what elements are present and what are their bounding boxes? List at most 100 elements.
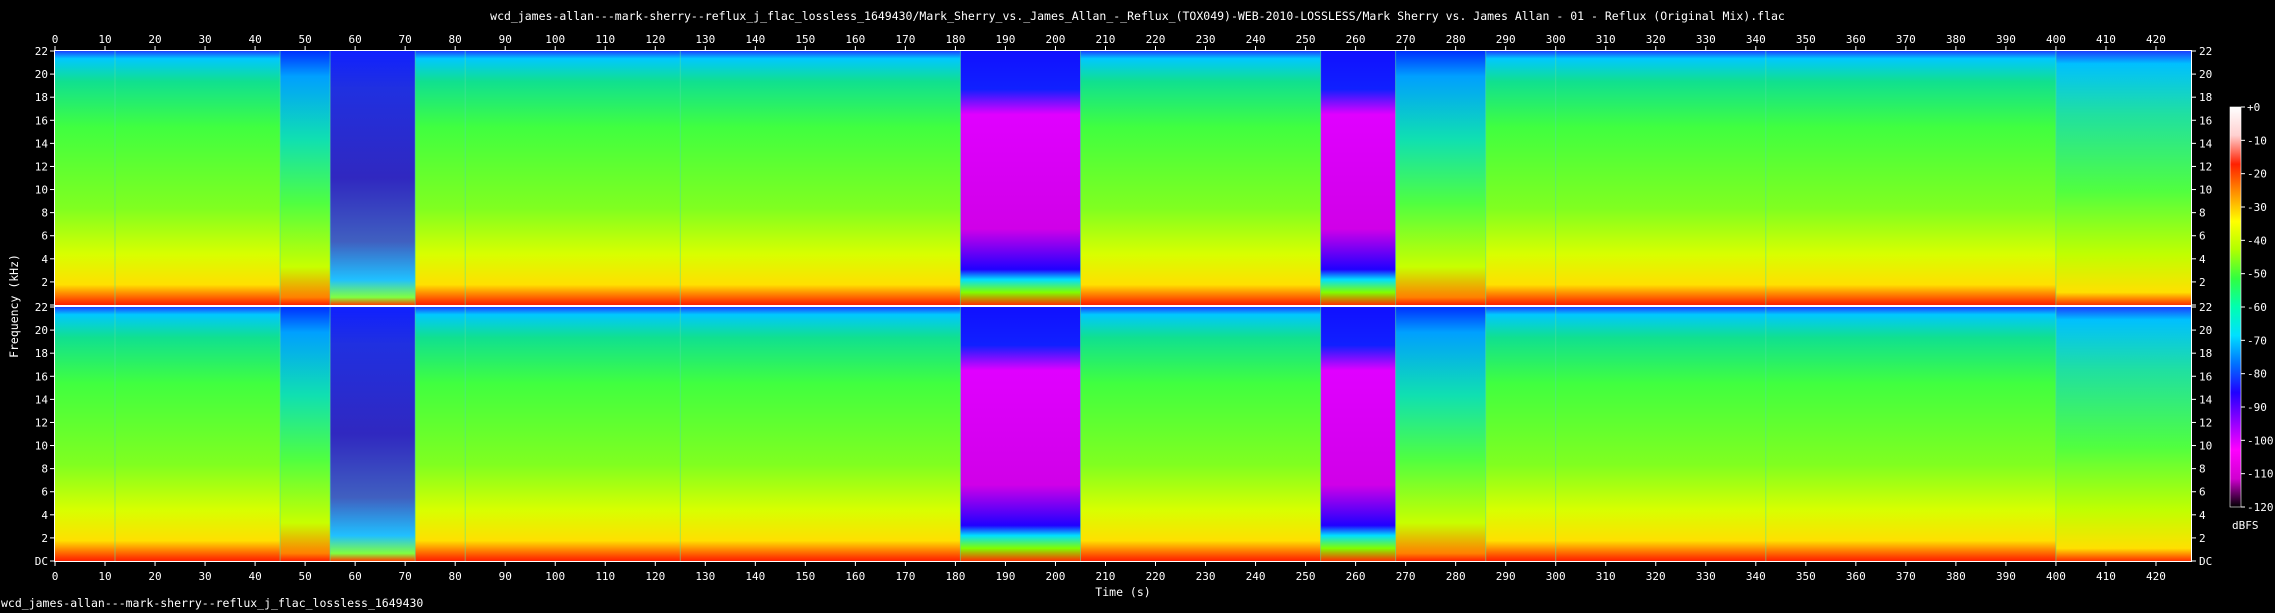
x-tick-label-top-260: 260	[1346, 33, 1366, 46]
x-tick-label-bottom-400: 400	[2046, 570, 2066, 583]
y-tick-label-left-ch2-16: 16	[35, 370, 48, 383]
x-tick-label-bottom-240: 240	[1246, 570, 1266, 583]
colorbar-tick-label-11: -110	[2247, 468, 2274, 481]
x-tick-label-top-390: 390	[1996, 33, 2016, 46]
spectrogram-segment-ch1-9	[1320, 51, 1397, 305]
x-tick-label-top-180: 180	[945, 33, 965, 46]
spectrogram-segment-ch1-2	[280, 51, 331, 305]
y-tick-label-right-ch2-0: DC	[2199, 555, 2212, 568]
x-tick-label-bottom-300: 300	[1546, 570, 1566, 583]
colorbar-tick-label-7: -70	[2247, 334, 2267, 347]
x-tick-label-bottom-110: 110	[595, 570, 615, 583]
colorbar-gradient	[2229, 106, 2242, 508]
colorbar-tick-label-4: -40	[2247, 234, 2267, 247]
y-tick-label-left-ch1-22: 22	[35, 45, 48, 58]
x-tick-label-top-290: 290	[1496, 33, 1516, 46]
spectrogram-segment-ch2-1	[115, 307, 281, 561]
x-tick-label-bottom-360: 360	[1846, 570, 1866, 583]
x-tick-label-top-340: 340	[1746, 33, 1766, 46]
x-tick-label-top-240: 240	[1246, 33, 1266, 46]
y-tick-label-left-ch2-6: 6	[41, 486, 48, 499]
x-tick-label-bottom-100: 100	[545, 570, 565, 583]
x-tick-label-bottom-190: 190	[996, 570, 1016, 583]
x-tick-label-top-10: 10	[98, 33, 111, 46]
spectrogram-segment-ch1-4	[415, 51, 466, 305]
spectrogram-chart: 0 0 10 10 20 20 30 30 40 40 50 50 60 60 70 70 80 80 90 90 10…	[7, 33, 2274, 599]
x-tick-label-top-130: 130	[695, 33, 715, 46]
y-tick-label-right-ch1-18: 18	[2199, 91, 2212, 104]
spectrogram-segment-ch1-8	[1080, 51, 1322, 305]
y-tick-label-right-ch2-18: 18	[2199, 347, 2212, 360]
x-tick-label-bottom-310: 310	[1596, 570, 1616, 583]
y-tick-label-right-ch2-22: 22	[2199, 301, 2212, 314]
x-tick-label-bottom-170: 170	[895, 570, 915, 583]
spectrogram-segment-ch2-14	[2055, 307, 2192, 561]
x-tick-label-bottom-10: 10	[98, 570, 111, 583]
y-tick-label-right-ch2-4: 4	[2199, 509, 2206, 522]
x-tick-label-bottom-80: 80	[449, 570, 462, 583]
x-tick-label-top-280: 280	[1446, 33, 1466, 46]
y-tick-label-right-ch2-8: 8	[2199, 463, 2206, 476]
spectrogram-segment-ch2-9	[1320, 307, 1397, 561]
x-tick-label-top-60: 60	[349, 33, 362, 46]
colorbar-tick-label-12: -120	[2247, 501, 2274, 514]
y-tick-label-right-ch1-22: 22	[2199, 45, 2212, 58]
x-tick-label-top-410: 410	[2096, 33, 2116, 46]
y-tick-label-left-ch2-18: 18	[35, 347, 48, 360]
spectrogram-segment-ch2-6	[680, 307, 961, 561]
x-tick-label-top-90: 90	[499, 33, 512, 46]
spectrogram-segment-ch1-10	[1395, 51, 1487, 305]
x-tick-label-bottom-270: 270	[1396, 570, 1416, 583]
x-tick-label-bottom-180: 180	[945, 570, 965, 583]
spectrogram-segment-ch2-11	[1485, 307, 1557, 561]
y-tick-label-left-ch2-12: 12	[35, 416, 48, 429]
x-tick-label-bottom-330: 330	[1696, 570, 1716, 583]
x-tick-label-top-170: 170	[895, 33, 915, 46]
spectrogram-segment-ch1-14	[2055, 51, 2192, 305]
spectrogram-segment-ch1-11	[1485, 51, 1557, 305]
x-tick-label-top-230: 230	[1196, 33, 1216, 46]
x-tick-label-top-190: 190	[996, 33, 1016, 46]
x-tick-label-bottom-410: 410	[2096, 570, 2116, 583]
x-tick-label-bottom-380: 380	[1946, 570, 1966, 583]
spectrogram-segment-ch2-5	[465, 307, 681, 561]
x-tick-label-top-330: 330	[1696, 33, 1716, 46]
x-tick-label-top-100: 100	[545, 33, 565, 46]
x-tick-label-top-310: 310	[1596, 33, 1616, 46]
y-tick-label-left-ch1-6: 6	[41, 230, 48, 243]
x-tick-label-bottom-220: 220	[1146, 570, 1166, 583]
y-tick-label-left-ch1-10: 10	[35, 184, 48, 197]
x-tick-label-bottom-350: 350	[1796, 570, 1816, 583]
x-tick-label-bottom-260: 260	[1346, 570, 1366, 583]
x-tick-label-bottom-90: 90	[499, 570, 512, 583]
y-tick-label-right-ch1-12: 12	[2199, 160, 2212, 173]
colorbar-tick-label-5: -50	[2247, 268, 2267, 281]
x-tick-label-bottom-70: 70	[399, 570, 412, 583]
x-tick-label-bottom-390: 390	[1996, 570, 2016, 583]
x-tick-label-top-80: 80	[449, 33, 462, 46]
x-tick-label-top-360: 360	[1846, 33, 1866, 46]
spectrogram-segment-ch2-12	[1555, 307, 1767, 561]
spectrogram-segment-ch2-7	[960, 307, 1082, 561]
spectrogram-segment-ch1-6	[680, 51, 961, 305]
spectrogram-segment-ch2-3	[330, 307, 416, 561]
colorbar-tick-label-9: -90	[2247, 401, 2267, 414]
y-tick-label-right-ch1-16: 16	[2199, 114, 2212, 127]
x-tick-label-bottom-230: 230	[1196, 570, 1216, 583]
y-tick-label-left-ch2-2: 2	[41, 532, 48, 545]
x-tick-label-top-30: 30	[198, 33, 211, 46]
x-tick-label-bottom-370: 370	[1896, 570, 1916, 583]
x-tick-label-bottom-120: 120	[645, 570, 665, 583]
y-tick-label-right-ch2-16: 16	[2199, 370, 2212, 383]
y-tick-label-right-ch2-2: 2	[2199, 532, 2206, 545]
colorbar-tick-label-6: -60	[2247, 301, 2267, 314]
x-tick-label-top-300: 300	[1546, 33, 1566, 46]
y-tick-label-right-ch2-14: 14	[2199, 393, 2213, 406]
y-tick-label-right-ch2-6: 6	[2199, 486, 2206, 499]
spectrogram-segment-ch1-7	[960, 51, 1082, 305]
x-tick-label-top-370: 370	[1896, 33, 1916, 46]
x-tick-label-top-400: 400	[2046, 33, 2066, 46]
colorbar-tick-label-0: +0	[2247, 101, 2260, 114]
x-tick-label-top-250: 250	[1296, 33, 1316, 46]
x-tick-label-top-20: 20	[148, 33, 161, 46]
